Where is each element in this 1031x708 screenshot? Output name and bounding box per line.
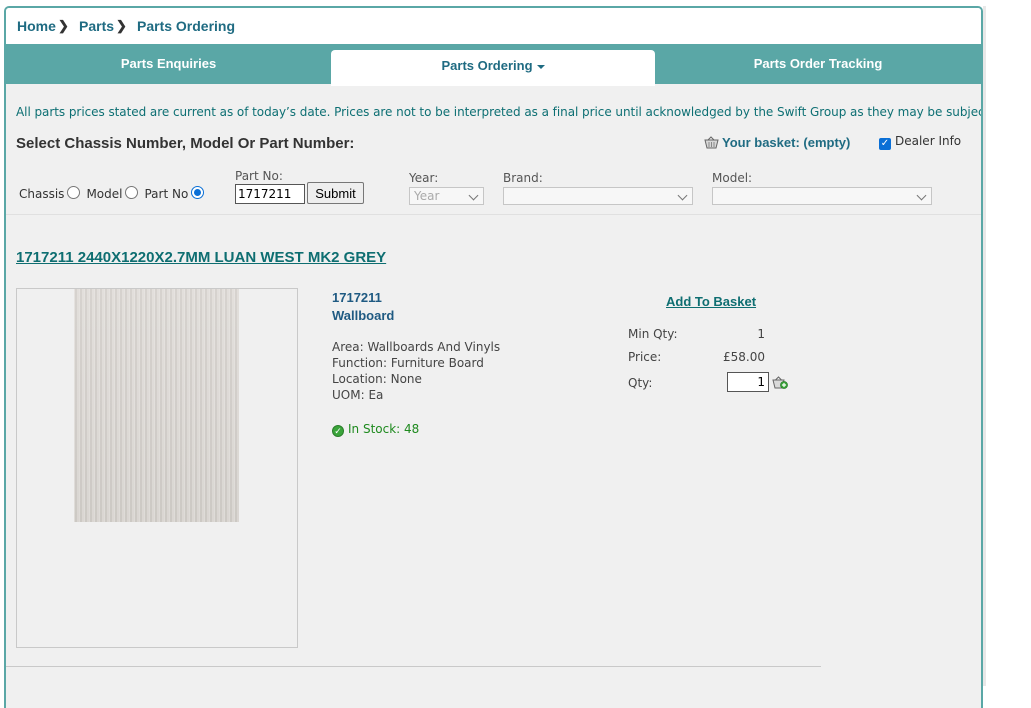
radio-label-model: Model (86, 187, 123, 201)
dealer-info-toggle[interactable]: ✓ Dealer Info (879, 134, 961, 150)
breadcrumb-parts[interactable]: Parts (79, 18, 114, 34)
radio-model[interactable] (125, 186, 139, 199)
divider (6, 666, 821, 667)
submit-button[interactable]: Submit (307, 182, 364, 204)
product-uom: UOM: Ea (332, 388, 384, 402)
product-image-frame (16, 288, 298, 648)
scrollbar[interactable] (983, 6, 986, 686)
stock-label: In Stock: 48 (348, 422, 420, 436)
page-frame: Home ❯ Parts ❯ Parts Ordering Parts Enqu… (4, 6, 983, 708)
tab-label: Parts Ordering (441, 58, 533, 73)
divider (6, 214, 981, 215)
qty-input[interactable] (727, 372, 769, 392)
breadcrumb-current[interactable]: Parts Ordering (137, 18, 235, 34)
tab-parts-order-tracking[interactable]: Parts Order Tracking (655, 45, 981, 84)
stock-status: ✓ In Stock: 48 (332, 422, 419, 437)
caret-down-icon (536, 64, 545, 69)
product-code: 1717211 (332, 290, 382, 305)
model-label: Model: (712, 171, 753, 185)
price-notice: All parts prices stated are current as o… (16, 105, 983, 119)
radio-partno[interactable] (191, 186, 205, 199)
add-to-basket-link[interactable]: Add To Basket (666, 294, 756, 309)
qty-label: Qty: (628, 376, 653, 390)
radio-label-partno: Part No (144, 187, 189, 201)
basket-link[interactable]: Your basket: (empty) (704, 135, 850, 150)
radio-chassis[interactable] (67, 186, 81, 199)
chevron-right-icon: ❯ (116, 18, 127, 33)
price-label: Price: (628, 350, 662, 364)
product-location: Location: None (332, 372, 422, 386)
tab-label: Parts Enquiries (120, 56, 217, 71)
select-title: Select Chassis Number, Model Or Part Num… (16, 135, 355, 152)
price-value: £58.00 (723, 350, 765, 364)
dealer-info-label: Dealer Info (895, 134, 962, 148)
product-image[interactable] (74, 289, 239, 522)
breadcrumb-home[interactable]: Home (17, 18, 56, 34)
product-name: Wallboard (332, 308, 395, 323)
basket-icon (704, 136, 719, 149)
product-area: Area: Wallboards And Vinyls (332, 340, 501, 354)
tab-bar: Parts Enquiries Parts Ordering Parts Ord… (6, 45, 981, 86)
min-qty-value: 1 (757, 327, 765, 341)
basket-label: Your basket: (empty) (722, 135, 851, 150)
chevron-right-icon: ❯ (58, 18, 69, 33)
tab-label: Parts Order Tracking (753, 56, 883, 71)
partno-label: Part No: (235, 169, 283, 183)
product-title-link[interactable]: 1717211 2440X1220X2.7MM LUAN WEST MK2 GR… (16, 249, 386, 266)
breadcrumb: Home ❯ Parts ❯ Parts Ordering (6, 8, 981, 45)
tab-parts-ordering[interactable]: Parts Ordering (331, 50, 655, 86)
year-select[interactable]: Year (409, 187, 484, 205)
chevron-down-icon (677, 190, 688, 201)
model-select[interactable] (712, 187, 932, 205)
partno-input[interactable] (235, 184, 305, 204)
radio-label-chassis: Chassis (19, 187, 65, 201)
product-function: Function: Furniture Board (332, 356, 484, 370)
year-label: Year: (409, 171, 439, 185)
basket-add-icon[interactable] (772, 375, 788, 389)
chevron-down-icon (468, 190, 479, 201)
chevron-down-icon (916, 190, 927, 201)
year-select-value: Year (414, 189, 440, 203)
brand-select[interactable] (503, 187, 693, 205)
min-qty-label: Min Qty: (628, 327, 678, 341)
check-circle-icon: ✓ (332, 425, 344, 437)
checkbox-checked-icon[interactable]: ✓ (879, 138, 891, 150)
tab-parts-enquiries[interactable]: Parts Enquiries (6, 45, 331, 84)
search-type-radios: Chassis Model Part No (19, 186, 210, 201)
brand-label: Brand: (503, 171, 543, 185)
